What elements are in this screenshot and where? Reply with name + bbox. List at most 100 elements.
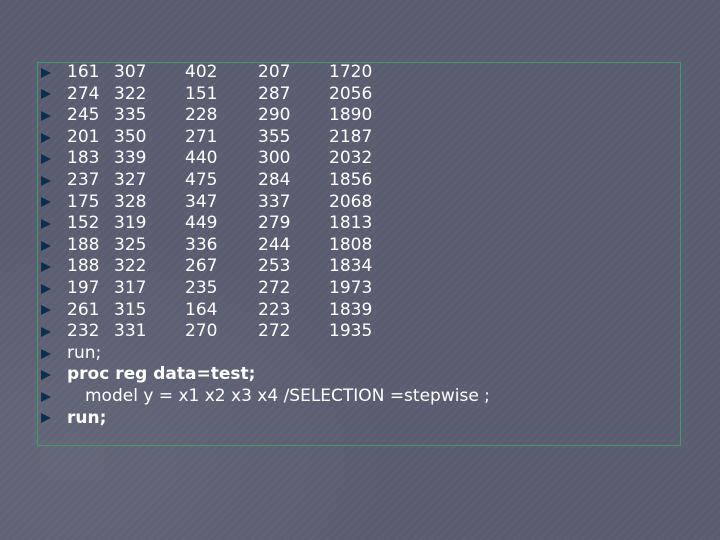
cell: 1973 — [329, 277, 373, 298]
code-line-run-1: run; — [40, 343, 680, 365]
cell: 339 — [114, 148, 147, 169]
code-line-model: model y = x1 x2 x3 x4 /SELECTION =stepwi… — [40, 386, 680, 408]
bullet-icon — [40, 105, 52, 127]
cell: 274 — [67, 83, 100, 104]
data-row-10: 188 322 267 253 1834 — [40, 256, 680, 278]
bullet-icon — [40, 213, 52, 235]
cell: 2187 — [329, 126, 373, 147]
cell: 261 — [67, 299, 100, 320]
slide-content: 161 307 402 207 1720 274 322 151 287 205… — [40, 62, 680, 429]
bullet-icon — [40, 148, 52, 170]
cell: 228 — [185, 105, 218, 126]
cell: 201 — [67, 126, 100, 147]
cell: 272 — [258, 321, 291, 342]
cell: 197 — [67, 277, 100, 298]
cell: 270 — [185, 321, 218, 342]
data-row-8: 152 319 449 279 1813 — [40, 213, 680, 235]
bullet-icon — [40, 127, 52, 149]
cell: 2032 — [329, 148, 373, 169]
code-text: run; — [67, 407, 107, 428]
bullet-icon — [40, 62, 52, 84]
cell: 183 — [67, 148, 100, 169]
bullet-icon — [40, 343, 52, 365]
cell: 152 — [67, 213, 100, 234]
cell: 164 — [185, 299, 218, 320]
cell: 175 — [67, 191, 100, 212]
cell: 475 — [185, 169, 218, 190]
cell: 2056 — [329, 83, 373, 104]
code-text: model y = x1 x2 x3 x4 /SELECTION =stepwi… — [85, 385, 490, 406]
cell: 317 — [114, 277, 147, 298]
bullet-icon — [40, 278, 52, 300]
cell: 322 — [114, 256, 147, 277]
cell: 235 — [185, 277, 218, 298]
cell: 319 — [114, 213, 147, 234]
code-text: proc reg data=test; — [67, 364, 256, 385]
cell: 2068 — [329, 191, 373, 212]
bullet-icon — [40, 235, 52, 257]
code-line-run-2: run; — [40, 408, 680, 430]
cell: 335 — [114, 105, 147, 126]
cell: 307 — [114, 62, 147, 82]
cell: 440 — [185, 148, 218, 169]
cell: 272 — [258, 277, 291, 298]
cell: 355 — [258, 126, 291, 147]
cell: 347 — [185, 191, 218, 212]
code-text: run; — [67, 342, 102, 363]
cell: 245 — [67, 105, 100, 126]
cell: 244 — [258, 234, 291, 255]
cell: 1834 — [329, 256, 373, 277]
bullet-icon — [40, 192, 52, 214]
data-row-13: 232 331 270 272 1935 — [40, 321, 680, 343]
data-row-11: 197 317 235 272 1973 — [40, 278, 680, 300]
cell: 1935 — [329, 321, 373, 342]
cell: 449 — [185, 213, 218, 234]
cell: 1813 — [329, 213, 373, 234]
cell: 253 — [258, 256, 291, 277]
bullet-icon — [40, 364, 52, 386]
cell: 151 — [185, 83, 218, 104]
cell: 232 — [67, 321, 100, 342]
cell: 279 — [258, 213, 291, 234]
cell: 223 — [258, 299, 291, 320]
cell: 336 — [185, 234, 218, 255]
cell: 315 — [114, 299, 147, 320]
cell: 322 — [114, 83, 147, 104]
data-row-6: 237 327 475 284 1856 — [40, 170, 680, 192]
data-row-7: 175 328 347 337 2068 — [40, 192, 680, 214]
cell: 402 — [185, 62, 218, 82]
cell: 1890 — [329, 105, 373, 126]
cell: 207 — [258, 62, 291, 82]
cell: 1808 — [329, 234, 373, 255]
data-row-2: 274 322 151 287 2056 — [40, 84, 680, 106]
cell: 1839 — [329, 299, 373, 320]
cell: 331 — [114, 321, 147, 342]
cell: 328 — [114, 191, 147, 212]
data-row-12: 261 315 164 223 1839 — [40, 300, 680, 322]
bullet-icon — [40, 300, 52, 322]
cell: 290 — [258, 105, 291, 126]
code-line-proc-reg: proc reg data=test; — [40, 364, 680, 386]
bullet-icon — [40, 408, 52, 430]
bullet-icon — [40, 386, 52, 408]
data-row-9: 188 325 336 244 1808 — [40, 235, 680, 257]
bullet-icon — [40, 170, 52, 192]
cell: 287 — [258, 83, 291, 104]
cell: 237 — [67, 169, 100, 190]
cell: 188 — [67, 234, 100, 255]
bullet-icon — [40, 256, 52, 278]
data-row-1: 161 307 402 207 1720 — [40, 62, 680, 84]
cell: 350 — [114, 126, 147, 147]
cell: 1856 — [329, 169, 373, 190]
data-row-4: 201 350 271 355 2187 — [40, 127, 680, 149]
cell: 161 — [67, 62, 100, 82]
cell: 327 — [114, 169, 147, 190]
cell: 188 — [67, 256, 100, 277]
cell: 284 — [258, 169, 291, 190]
cell: 267 — [185, 256, 218, 277]
cell: 325 — [114, 234, 147, 255]
data-row-5: 183 339 440 300 2032 — [40, 148, 680, 170]
cell: 300 — [258, 148, 291, 169]
cell: 271 — [185, 126, 218, 147]
cell: 1720 — [329, 62, 373, 82]
